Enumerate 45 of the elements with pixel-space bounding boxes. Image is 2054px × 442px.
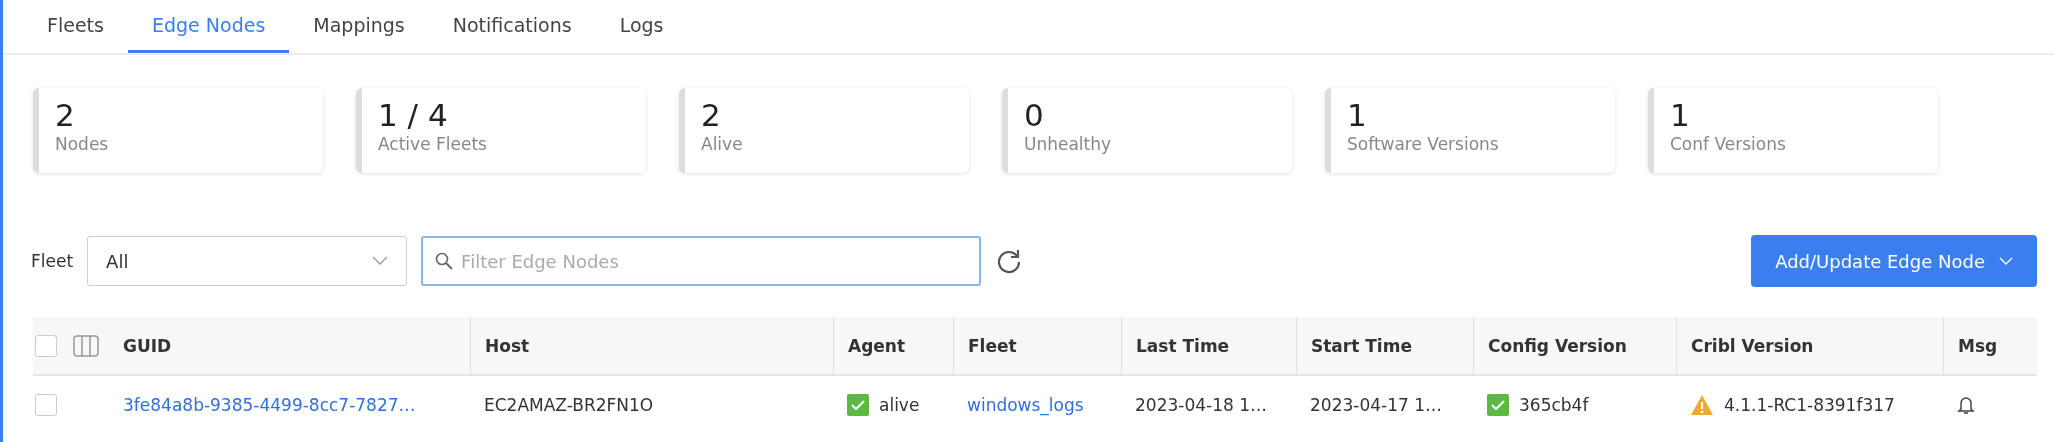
columns-icon[interactable] xyxy=(73,334,99,357)
stat-value: 2 xyxy=(55,96,76,134)
chevron-down-icon xyxy=(372,256,389,266)
column-header[interactable]: Agent xyxy=(833,317,953,374)
tab[interactable]: Mappings xyxy=(289,0,429,53)
column-header[interactable]: Cribl Version xyxy=(1676,317,1943,374)
tab[interactable]: Fleets xyxy=(23,0,128,53)
stat-label: Software Versions xyxy=(1347,134,1500,154)
stat-label: Active Fleets xyxy=(378,134,488,154)
stat-value: 2 xyxy=(701,96,722,134)
stat-value: 0 xyxy=(1024,96,1045,134)
stat-label: Nodes xyxy=(55,134,110,154)
table-cell: 365cb4f xyxy=(1519,394,1589,415)
table-cell: alive xyxy=(879,394,920,415)
stat-value: 1 xyxy=(1347,96,1368,134)
fleet-link[interactable]: windows_logs xyxy=(967,394,1084,415)
fleet-dropdown[interactable]: All xyxy=(87,236,408,286)
table-cell: 2023-04-17 1… xyxy=(1310,394,1442,415)
row-checkbox[interactable] xyxy=(35,393,57,416)
fleet-label: Fleet xyxy=(31,251,74,271)
stat-label: Conf Versions xyxy=(1670,134,1787,154)
column-header[interactable]: Msg xyxy=(1943,317,2033,374)
search-icon xyxy=(435,252,454,270)
stat-label: Unhealthy xyxy=(1024,134,1113,154)
tab[interactable]: Logs xyxy=(595,0,688,53)
table-cell: 4.1.1-RC1-8391f317 xyxy=(1724,394,1895,415)
guid-link[interactable]: 3fe84a8b-9385-4499-8cc7-7827… xyxy=(123,394,416,415)
column-header[interactable]: Start Time xyxy=(1296,317,1473,374)
column-header[interactable]: Last Time xyxy=(1121,317,1296,374)
column-header[interactable]: Fleet xyxy=(953,317,1121,374)
stat-value: 1 xyxy=(1670,96,1691,134)
table-cell: EC2AMAZ-BR2FN1O xyxy=(484,394,654,415)
column-header[interactable]: GUID xyxy=(123,317,470,374)
chevron-down-icon xyxy=(1999,256,2013,266)
tab[interactable]: Notifications xyxy=(428,0,596,53)
table-cell: 2023-04-18 1… xyxy=(1135,394,1267,415)
search-field[interactable]: Filter Edge Nodes xyxy=(421,236,982,286)
add-edge-node-button[interactable]: Add/Update Edge Node xyxy=(1751,235,2037,287)
bell-icon[interactable] xyxy=(1957,394,1975,415)
column-header[interactable]: Config Version xyxy=(1473,317,1676,374)
column-header[interactable]: Host xyxy=(470,317,833,374)
stat-label: Alive xyxy=(701,134,744,154)
tab[interactable]: Edge Nodes xyxy=(127,0,290,53)
select-all-checkbox[interactable] xyxy=(35,334,57,357)
stat-value: 1 / 4 xyxy=(378,96,449,134)
